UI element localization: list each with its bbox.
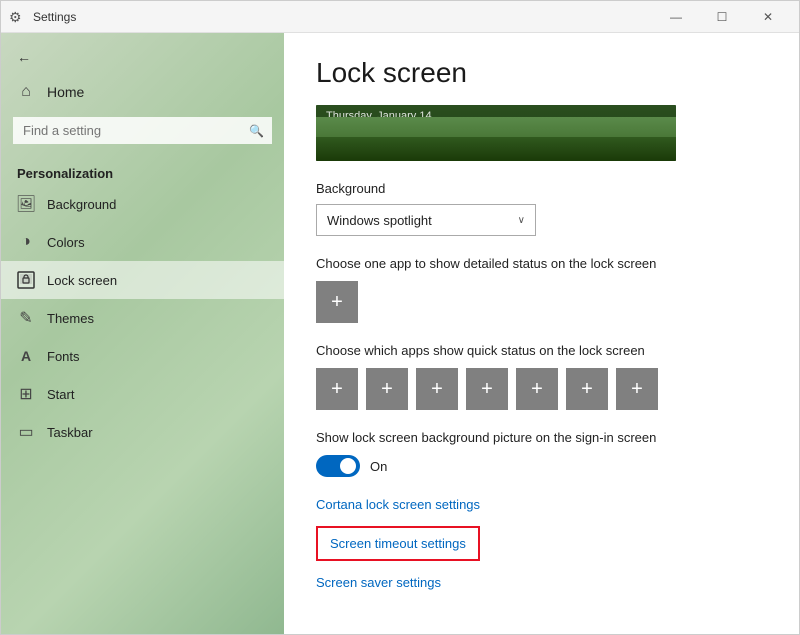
settings-icon: ⚙ (9, 9, 25, 25)
window-title: Settings (33, 10, 653, 24)
back-button[interactable]: ← (1, 41, 284, 73)
fonts-icon: A (17, 347, 35, 365)
quick-app-btn-5[interactable]: + (516, 368, 558, 410)
background-field-label: Background (316, 181, 767, 196)
sidebar-item-lock-screen[interactable]: Lock screen (1, 261, 284, 299)
sidebar-item-label: Lock screen (47, 273, 117, 288)
sidebar-item-label: Colors (47, 235, 85, 250)
dropdown-arrow-icon: ∨ (518, 215, 525, 226)
section-label: Personalization (1, 158, 284, 185)
screen-timeout-link[interactable]: Screen timeout settings (318, 528, 478, 559)
background-icon: 🖼 (17, 195, 35, 213)
detailed-status-app-button[interactable]: + (316, 281, 358, 323)
lock-screen-icon (17, 271, 35, 289)
home-label: Home (47, 84, 84, 100)
titlebar: ⚙ Settings — ☐ ✕ (1, 1, 799, 33)
search-box: 🔍 (13, 117, 272, 144)
quick-app-btn-7[interactable]: + (616, 368, 658, 410)
signin-toggle[interactable] (316, 455, 360, 477)
sidebar-item-label: Themes (47, 311, 94, 326)
nav-top: ← ⌂ Home 🔍 (1, 33, 284, 158)
maximize-button[interactable]: ☐ (699, 1, 745, 33)
sidebar-item-label: Fonts (47, 349, 80, 364)
quick-app-btn-4[interactable]: + (466, 368, 508, 410)
home-icon: ⌂ (17, 83, 35, 101)
sidebar-item-label: Background (47, 197, 116, 212)
background-dropdown[interactable]: Windows spotlight ∨ (316, 204, 536, 236)
quick-app-btn-3[interactable]: + (416, 368, 458, 410)
search-icon: 🔍 (249, 124, 264, 138)
toggle-row: On (316, 455, 767, 477)
lock-screen-preview: Thursday, January 14 (316, 105, 676, 161)
screen-saver-link[interactable]: Screen saver settings (316, 575, 767, 590)
quick-status-label: Choose which apps show quick status on t… (316, 343, 767, 358)
sidebar-item-label: Start (47, 387, 74, 402)
back-icon: ← (17, 49, 31, 65)
app-body: ← ⌂ Home 🔍 Personalization 🖼 Background … (1, 33, 799, 634)
quick-app-btn-6[interactable]: + (566, 368, 608, 410)
quick-status-apps-row: + + + + + + + (316, 368, 767, 410)
quick-app-btn-1[interactable]: + (316, 368, 358, 410)
quick-app-btn-2[interactable]: + (366, 368, 408, 410)
sidebar-item-taskbar[interactable]: ▭ Taskbar (1, 413, 284, 451)
close-button[interactable]: ✕ (745, 1, 791, 33)
cortana-link[interactable]: Cortana lock screen settings (316, 497, 767, 512)
sidebar-item-colors[interactable]: ◑ Colors (1, 223, 284, 261)
toggle-state-label: On (370, 459, 387, 474)
toggle-knob (340, 458, 356, 474)
signin-toggle-section: Show lock screen background picture on t… (316, 430, 767, 477)
signin-toggle-label: Show lock screen background picture on t… (316, 430, 767, 445)
settings-window: ⚙ Settings — ☐ ✕ ← ⌂ Home 🔍 (0, 0, 800, 635)
sidebar-item-background[interactable]: 🖼 Background (1, 185, 284, 223)
sidebar-item-start[interactable]: ⊞ Start (1, 375, 284, 413)
sidebar-item-fonts[interactable]: A Fonts (1, 337, 284, 375)
sidebar-item-label: Taskbar (47, 425, 93, 440)
sidebar: ← ⌂ Home 🔍 Personalization 🖼 Background … (1, 33, 284, 634)
background-dropdown-value: Windows spotlight (327, 213, 432, 228)
taskbar-icon: ▭ (17, 423, 35, 441)
themes-icon: ✎ (17, 309, 35, 327)
start-icon: ⊞ (17, 385, 35, 403)
minimize-button[interactable]: — (653, 1, 699, 33)
window-controls: — ☐ ✕ (653, 1, 791, 33)
colors-icon: ◑ (17, 233, 35, 251)
detailed-status-label: Choose one app to show detailed status o… (316, 256, 767, 271)
home-nav-item[interactable]: ⌂ Home (1, 73, 284, 111)
sidebar-item-themes[interactable]: ✎ Themes (1, 299, 284, 337)
search-input[interactable] (13, 117, 272, 144)
main-content: Lock screen Thursday, January 14 Backgro… (284, 33, 799, 634)
page-title: Lock screen (316, 57, 767, 89)
